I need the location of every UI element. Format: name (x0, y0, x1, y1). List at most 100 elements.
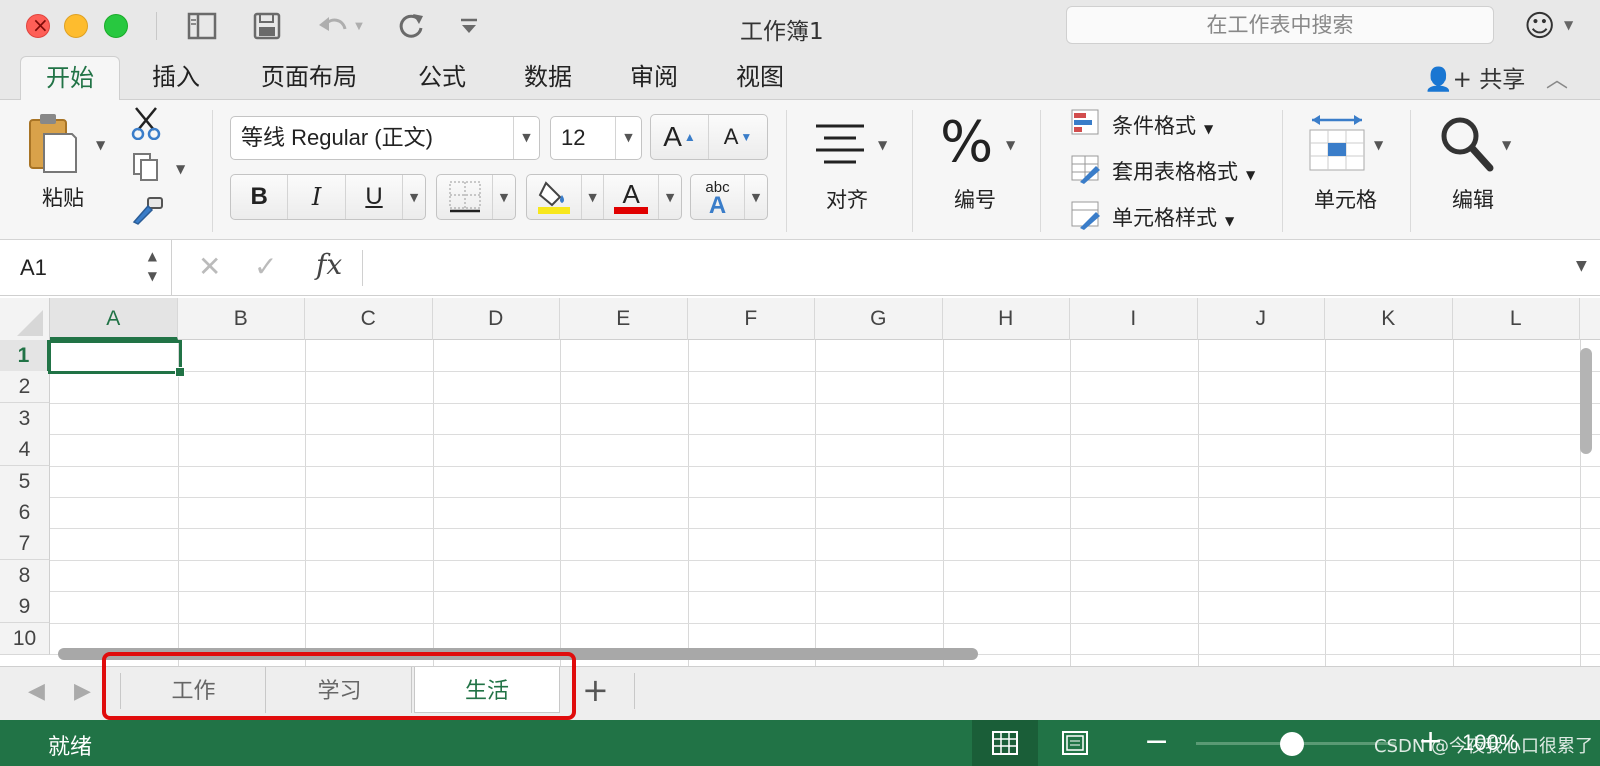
search-input[interactable]: 在工作表中搜索 (1066, 6, 1494, 44)
borders-dropdown-icon[interactable]: ▼ (493, 175, 515, 219)
maximize-window-button[interactable] (104, 14, 128, 38)
format-painter-icon[interactable] (130, 196, 164, 231)
grow-font-button[interactable]: A ▲ (651, 115, 709, 159)
tab-formulas[interactable]: 公式 (398, 56, 486, 100)
column-header[interactable]: D (433, 298, 560, 340)
column-header[interactable]: J (1198, 298, 1325, 340)
phonetic-dropdown-icon[interactable]: ▼ (745, 175, 767, 219)
row-header[interactable]: 2 (0, 371, 50, 404)
table-format-icon[interactable] (1070, 154, 1102, 189)
column-header[interactable]: L (1453, 298, 1580, 340)
tab-insert[interactable]: 插入 (132, 56, 220, 100)
formula-input[interactable] (374, 240, 1564, 296)
confirm-entry-icon[interactable]: ✓ (254, 250, 277, 283)
tab-home[interactable]: 开始 (20, 56, 120, 100)
paste-dropdown-icon[interactable]: ▼ (96, 138, 105, 152)
phonetic-button[interactable]: abc A (691, 175, 745, 219)
toolbar-divider (156, 12, 157, 40)
underline-button[interactable]: U (346, 175, 404, 219)
name-box-stepper[interactable]: ▲ ▼ (148, 246, 157, 286)
sidebar-toggle-icon[interactable] (184, 10, 220, 42)
column-header[interactable]: A (50, 298, 178, 340)
fill-color-dropdown-icon[interactable]: ▼ (582, 175, 604, 219)
font-size-select[interactable]: 12 ▼ (550, 116, 642, 160)
edit-dropdown-icon[interactable]: ▼ (1502, 138, 1511, 152)
tab-page-layout[interactable]: 页面布局 (244, 56, 374, 100)
collapse-ribbon-icon[interactable]: ︿ (1546, 62, 1568, 94)
tab-view[interactable]: 视图 (716, 56, 804, 100)
column-header[interactable]: H (943, 298, 1070, 340)
customize-toolbar-icon[interactable] (456, 10, 482, 42)
conditional-format-button[interactable]: 条件格式 ▼ (1112, 110, 1213, 140)
grid-view-icon (992, 731, 1018, 755)
normal-view-button[interactable] (972, 720, 1038, 766)
column-header[interactable]: B (178, 298, 305, 340)
active-cell-a1[interactable] (48, 340, 185, 377)
next-sheet-arrow-icon[interactable]: ▶ (74, 679, 91, 704)
cell-styles-icon[interactable] (1070, 200, 1102, 235)
row-header[interactable]: 7 (0, 528, 50, 561)
align-icon[interactable] (812, 120, 868, 171)
column-header[interactable]: I (1070, 298, 1198, 340)
cells-dropdown-icon[interactable]: ▼ (1374, 138, 1383, 152)
font-color-dropdown-icon[interactable]: ▼ (659, 175, 681, 219)
save-icon[interactable] (250, 10, 284, 42)
row-header[interactable]: 8 (0, 559, 50, 592)
worksheet-grid[interactable]: ABCDEFGHIJKL 1 2 3 4 5 6 7 8 9 10 (0, 296, 1600, 666)
copy-dropdown-icon[interactable]: ▼ (176, 162, 185, 176)
magnifier-icon[interactable] (1438, 114, 1494, 177)
number-dropdown-icon[interactable]: ▼ (1006, 138, 1015, 152)
table-format-button[interactable]: 套用表格格式 ▼ (1112, 156, 1255, 186)
column-gridline (1452, 340, 1454, 666)
feedback-smiley-icon[interactable]: ☺ (1524, 9, 1555, 44)
vertical-scrollbar[interactable] (1580, 348, 1592, 454)
underline-dropdown-icon[interactable]: ▼ (403, 175, 425, 219)
row-header[interactable]: 9 (0, 591, 50, 624)
column-header[interactable]: K (1325, 298, 1453, 340)
conditional-format-icon[interactable] (1070, 108, 1100, 141)
close-window-button[interactable] (26, 13, 50, 38)
row-header[interactable]: 3 (0, 402, 50, 435)
select-all-corner[interactable] (0, 298, 50, 340)
column-header[interactable]: C (305, 298, 433, 340)
font-color-button[interactable]: A (604, 175, 660, 219)
fill-color-button[interactable] (527, 175, 583, 219)
column-header[interactable]: E (560, 298, 688, 340)
column-header[interactable]: G (815, 298, 943, 340)
status-bar: 就绪 − + 100% CSDN @今夜我心口很累了 (0, 720, 1600, 766)
percent-icon[interactable]: % (940, 110, 993, 175)
name-box[interactable]: A1 ▲ ▼ (0, 240, 172, 296)
copy-icon[interactable] (132, 152, 160, 187)
insert-function-button[interactable]: fx (316, 248, 342, 281)
shrink-font-button[interactable]: A ▼ (709, 115, 767, 159)
row-header[interactable]: 1 (0, 340, 50, 372)
expand-formula-bar-icon[interactable]: ▼ (1576, 258, 1587, 274)
undo-icon[interactable]: ▼ (310, 10, 370, 42)
font-name-select[interactable]: 等线 Regular (正文) ▼ (230, 116, 540, 160)
tab-data[interactable]: 数据 (504, 56, 592, 100)
align-dropdown-icon[interactable]: ▼ (878, 138, 887, 152)
add-sheet-button[interactable]: + (582, 671, 609, 709)
page-layout-view-button[interactable] (1042, 720, 1108, 766)
column-header[interactable]: F (688, 298, 815, 340)
minimize-window-button[interactable] (64, 14, 88, 38)
redo-icon[interactable] (394, 10, 428, 42)
tab-review[interactable]: 审阅 (610, 56, 698, 100)
cut-scissors-icon[interactable] (130, 106, 162, 145)
cell-styles-button[interactable]: 单元格样式 ▼ (1112, 202, 1234, 232)
italic-button[interactable]: I (288, 175, 346, 219)
zoom-out-button[interactable]: − (1144, 724, 1169, 759)
row-header[interactable]: 6 (0, 497, 50, 529)
zoom-slider-thumb[interactable] (1280, 732, 1304, 756)
paste-icon[interactable] (26, 112, 78, 179)
row-header[interactable]: 4 (0, 434, 50, 467)
borders-button[interactable] (437, 175, 493, 219)
share-button[interactable]: 👤+ 共享 (1424, 60, 1525, 94)
previous-sheet-arrow-icon[interactable]: ◀ (28, 679, 45, 704)
bold-button[interactable]: B (231, 175, 289, 219)
chevron-down-icon[interactable]: ▼ (1564, 18, 1573, 32)
cells-icon[interactable] (1306, 112, 1368, 179)
row-header[interactable]: 10 (0, 622, 50, 655)
row-header[interactable]: 5 (0, 465, 50, 498)
cancel-entry-icon[interactable]: ✕ (198, 250, 221, 283)
